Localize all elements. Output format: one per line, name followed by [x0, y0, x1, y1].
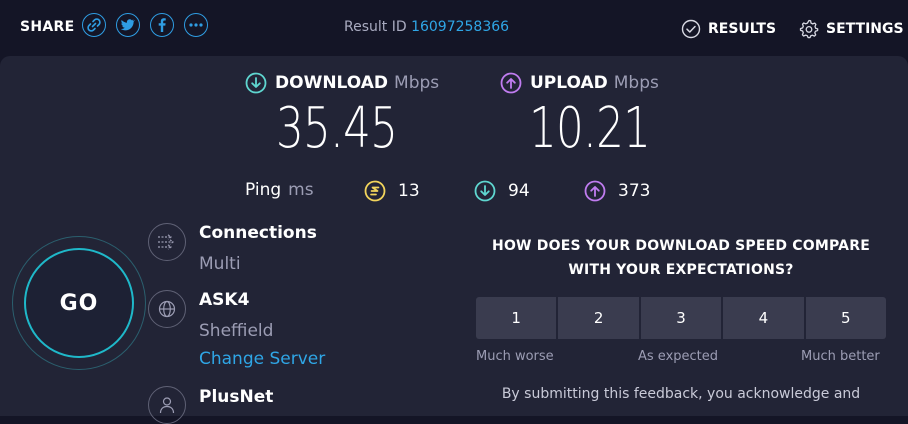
download-speed-value: 35.45 [276, 96, 398, 161]
change-server-link[interactable]: Change Server [199, 349, 325, 369]
ping-upload-value: 373 [618, 181, 651, 201]
settings-label: SETTINGS [826, 21, 904, 37]
feedback-question-line-2: WITH YOUR EXPECTATIONS? [568, 262, 794, 278]
share-label: SHARE [20, 19, 75, 35]
upload-unit: Mbps [613, 73, 659, 93]
more-icon[interactable] [184, 13, 208, 37]
upload-latency-icon [584, 180, 606, 202]
rating-option-1[interactable]: 1 [476, 297, 557, 339]
ping-label: Ping ms [245, 180, 314, 200]
results-button[interactable]: RESULTS [681, 19, 776, 39]
user-icon [148, 386, 186, 424]
upload-label: UPLOAD [530, 73, 608, 93]
result-id-link[interactable]: 16097258366 [411, 19, 509, 35]
idle-latency-icon [364, 180, 386, 202]
server-location: Sheffield [199, 321, 274, 341]
facebook-icon[interactable] [150, 13, 174, 37]
rating-option-5[interactable]: 5 [805, 297, 887, 339]
results-label: RESULTS [708, 21, 777, 37]
upload-speed-value: 10.21 [529, 96, 651, 161]
scale-mid-label: As expected [638, 349, 719, 364]
scale-low-label: Much worse [476, 349, 554, 364]
rating-option-4[interactable]: 4 [723, 297, 804, 339]
ping-upload: 373 [584, 180, 650, 202]
globe-icon [148, 290, 186, 328]
server-name: ASK4 [199, 290, 250, 310]
download-arrow-icon [245, 72, 267, 94]
ping-download-value: 94 [508, 181, 530, 201]
rating-option-3[interactable]: 3 [640, 297, 722, 339]
rating-scale: 1 2 3 4 5 [476, 297, 887, 339]
feedback-disclaimer: By submitting this feedback, you acknowl… [501, 386, 861, 402]
result-label-text: Result ID [344, 19, 407, 35]
twitter-icon[interactable] [116, 13, 140, 37]
feedback-question: HOW DOES YOUR DOWNLOAD SPEED COMPARE WIT… [470, 234, 892, 282]
download-label: DOWNLOAD [275, 73, 389, 93]
upload-header: UPLOAD Mbps [500, 72, 659, 94]
download-header: DOWNLOAD Mbps [245, 72, 439, 94]
gear-icon [799, 19, 819, 39]
download-latency-icon [474, 180, 496, 202]
ping-unit: ms [288, 180, 314, 200]
feedback-question-line-1: HOW DOES YOUR DOWNLOAD SPEED COMPARE [492, 238, 870, 254]
ping-download: 94 [474, 180, 530, 202]
download-unit: Mbps [394, 73, 440, 93]
check-circle-icon [681, 19, 701, 39]
go-button[interactable]: GO [24, 248, 134, 358]
go-label: GO [59, 290, 99, 316]
connections-value: Multi [199, 254, 241, 274]
link-icon[interactable] [82, 13, 106, 37]
rating-option-2[interactable]: 2 [558, 297, 639, 339]
connections-icon [148, 223, 186, 261]
ping-idle: 13 [364, 180, 420, 202]
scale-high-label: Much better [801, 349, 880, 364]
result-id-label: Result ID 16097258366 [344, 19, 509, 35]
ping-label-text: Ping [245, 180, 282, 200]
connections-title: Connections [199, 223, 317, 243]
top-bar: SHARE Result ID 16097258366 RESULTS SETT… [0, 0, 908, 56]
provider-name: PlusNet [199, 387, 274, 407]
upload-arrow-icon [500, 72, 522, 94]
settings-button[interactable]: SETTINGS [799, 19, 904, 39]
ping-idle-value: 13 [398, 181, 420, 201]
